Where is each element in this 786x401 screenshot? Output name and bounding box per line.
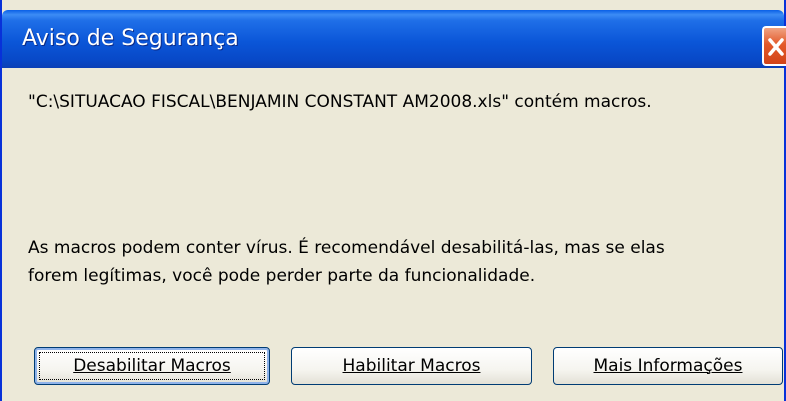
security-warning-dialog: Aviso de Segurança "C:\SITUACAO FISCAL\B…	[0, 0, 786, 401]
enable-macros-button[interactable]: Habilitar Macros	[291, 347, 532, 385]
disable-macros-button[interactable]: Desabilitar Macros	[34, 347, 270, 385]
close-icon	[768, 38, 784, 56]
close-button[interactable]	[762, 26, 786, 66]
file-macro-message: "C:\SITUACAO FISCAL\BENJAMIN CONSTANT AM…	[28, 92, 652, 112]
macro-warning-text: As macros podem conter vírus. É recomend…	[28, 234, 665, 290]
window-title: Aviso de Segurança	[22, 26, 239, 51]
title-bar[interactable]: Aviso de Segurança	[2, 10, 786, 68]
enable-macros-label: Habilitar Macros	[342, 356, 481, 376]
more-info-button[interactable]: Mais Informações	[553, 347, 783, 385]
macro-warning-line-2: forem legítimas, você pode perder parte …	[28, 266, 536, 286]
macro-warning-line-1: As macros podem conter vírus. É recomend…	[28, 238, 665, 258]
more-info-label: Mais Informações	[593, 356, 743, 376]
disable-macros-label: Desabilitar Macros	[73, 356, 231, 376]
